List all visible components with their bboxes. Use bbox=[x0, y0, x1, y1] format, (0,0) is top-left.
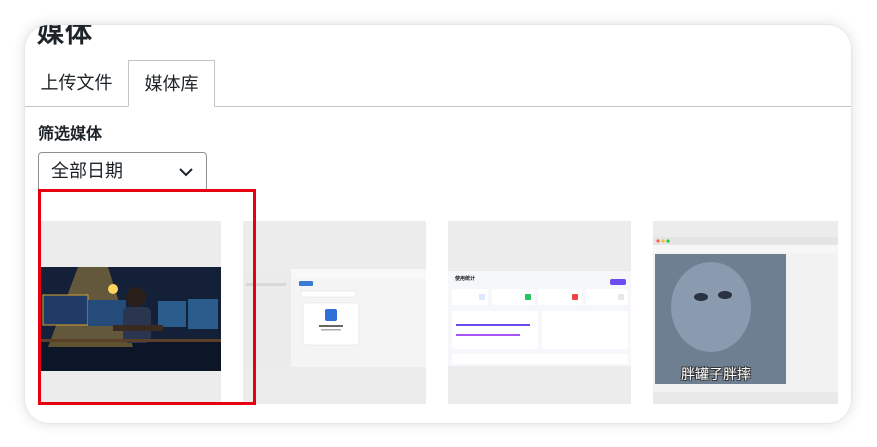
meme-caption: 胖罐子胖摔 bbox=[681, 367, 751, 383]
date-filter-value: 全部日期 bbox=[51, 161, 123, 182]
filter-media-label: 筛选媒体 bbox=[38, 124, 103, 143]
media-item[interactable]: 胖罐子胖摔 bbox=[653, 221, 838, 404]
chevron-down-icon bbox=[179, 168, 193, 177]
media-thumbnail-app-window bbox=[243, 269, 426, 367]
tab-upload-files[interactable]: 上传文件 bbox=[25, 60, 128, 107]
media-item[interactable]: 使用统计 bbox=[448, 221, 631, 404]
dashboard-thumbnail-title: 使用统计 bbox=[455, 276, 476, 282]
media-thumbnail-coding-illustration bbox=[38, 267, 221, 371]
media-tabs: 上传文件 媒体库 bbox=[25, 25, 851, 107]
tab-media-library[interactable]: 媒体库 bbox=[128, 60, 215, 107]
media-item[interactable] bbox=[243, 221, 426, 404]
media-item[interactable] bbox=[38, 221, 221, 404]
date-filter-select[interactable]: 全部日期 bbox=[38, 152, 207, 192]
media-thumbnail-dashboard bbox=[448, 271, 631, 366]
media-modal: 媒体 上传文件 媒体库 筛选媒体 全部日期 使用统计 胖罐子胖摔 bbox=[25, 25, 851, 423]
